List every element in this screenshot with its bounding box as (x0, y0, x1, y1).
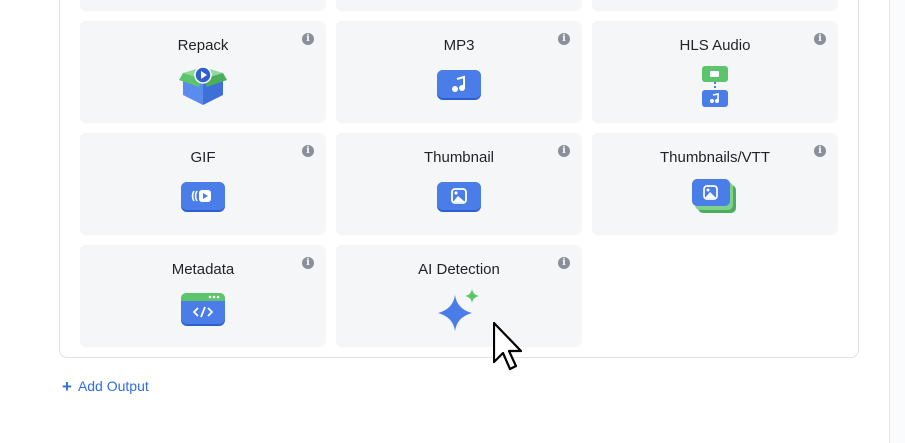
info-icon[interactable]: i (814, 145, 826, 157)
card-title: Thumbnail (423, 149, 495, 166)
info-icon[interactable]: i (558, 257, 570, 269)
output-card-gif[interactable]: GIF i (80, 133, 326, 235)
music-note-icon (437, 70, 481, 107)
info-icon[interactable]: i (814, 33, 826, 45)
sparkle-icon (436, 289, 482, 340)
scrollbar-track[interactable] (889, 0, 905, 443)
info-icon[interactable]: i (302, 33, 314, 45)
add-output-label: Add Output (77, 378, 149, 394)
output-card-ai-detection[interactable]: AI Detection i (336, 245, 582, 347)
info-icon[interactable]: i (302, 257, 314, 269)
card-title: Thumbnails/VTT (659, 149, 771, 166)
add-output-button[interactable]: + Add Output (62, 376, 149, 396)
info-icon[interactable]: i (558, 145, 570, 157)
output-card-metadata[interactable]: Metadata i (80, 245, 326, 347)
output-card-partial[interactable] (80, 0, 326, 11)
output-card-partial[interactable] (336, 0, 582, 11)
plus-icon: + (62, 376, 72, 396)
repack-box-icon (179, 65, 227, 114)
image-stack-icon (692, 179, 738, 220)
image-icon (437, 182, 481, 219)
gif-play-icon (181, 182, 225, 219)
output-card-mp3[interactable]: MP3 i (336, 21, 582, 123)
output-card-thumbnails-vtt[interactable]: Thumbnails/VTT i (592, 133, 838, 235)
mouse-pointer-icon (492, 321, 525, 377)
card-title: Metadata (171, 261, 235, 278)
info-icon[interactable]: i (558, 33, 570, 45)
code-window-icon (181, 293, 225, 332)
output-card-hls-audio[interactable]: HLS Audio i (592, 21, 838, 123)
card-title: MP3 (443, 37, 475, 54)
output-card-thumbnail[interactable]: Thumbnail i (336, 133, 582, 235)
output-card-partial[interactable] (592, 0, 838, 11)
outputs-panel: Repack i MP3 i HLS Audio i GIF i Thumbna… (59, 0, 859, 358)
card-title: HLS Audio (679, 37, 751, 54)
info-icon[interactable]: i (302, 145, 314, 157)
output-card-repack[interactable]: Repack i (80, 21, 326, 123)
card-title: GIF (190, 149, 216, 166)
card-title: Repack (177, 37, 229, 54)
hls-audio-icon (701, 66, 729, 113)
card-title: AI Detection (418, 261, 500, 278)
